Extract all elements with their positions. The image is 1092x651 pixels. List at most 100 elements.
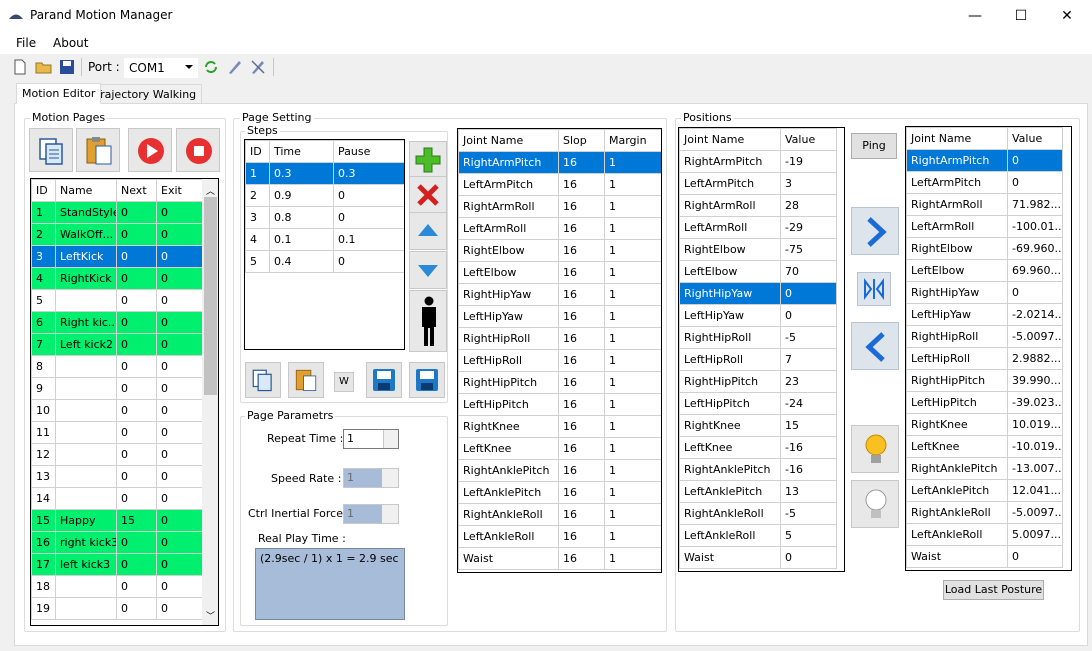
position-row[interactable]: RightArmPitch -19 [679, 150, 837, 173]
cell-slop[interactable]: 16 [558, 481, 605, 504]
column-header-pause[interactable]: Pause [333, 140, 404, 163]
cell-slop[interactable]: 16 [558, 173, 605, 196]
disconnect-icon[interactable] [249, 58, 267, 76]
cell-exit[interactable]: 0 [156, 509, 203, 532]
refresh-icon[interactable] [202, 58, 220, 76]
cell-value[interactable]: 0 [1007, 171, 1063, 194]
load-from-robot-button[interactable] [851, 322, 899, 370]
motion-page-row[interactable]: 6 Right kic... 0 0 [31, 311, 203, 334]
save-page-button[interactable] [409, 362, 445, 398]
column-header-id[interactable]: ID [31, 179, 56, 202]
menu-file[interactable]: File [16, 36, 36, 50]
cell-slop[interactable]: 16 [558, 261, 605, 284]
cell-value[interactable]: 69.960... [1007, 259, 1063, 282]
cell-next[interactable]: 0 [116, 597, 157, 620]
cell-next[interactable]: 0 [116, 355, 157, 378]
cell-name[interactable]: LeftArmRoll [906, 215, 1008, 238]
robot-pose-button[interactable] [409, 290, 447, 352]
torque-off-button[interactable] [851, 480, 899, 528]
cell-value[interactable]: 7 [780, 348, 837, 371]
cell-exit[interactable]: 0 [156, 553, 203, 576]
cell-name[interactable]: LeftHipPitch [906, 391, 1008, 414]
cell-name[interactable]: RightArmPitch [906, 149, 1008, 172]
cell-name[interactable]: RightArmPitch [458, 151, 559, 174]
motion-page-row[interactable]: 4 RightKick 0 0 [31, 267, 203, 290]
column-header-id[interactable]: ID [245, 140, 270, 163]
cell-id[interactable]: 7 [31, 333, 56, 356]
cell-name[interactable]: LeftAnkleRoll [458, 525, 559, 548]
cell-value[interactable]: -75 [780, 238, 837, 261]
cell-next[interactable]: 0 [116, 267, 157, 290]
cell-name[interactable]: RightArmRoll [458, 195, 559, 218]
position-row[interactable]: RightArmRoll 28 [679, 194, 837, 217]
cell-exit[interactable]: 0 [156, 597, 203, 620]
robot-position-row[interactable]: RightElbow -69.960... [906, 237, 1063, 260]
cell-margin[interactable]: 1 [604, 327, 661, 350]
cell-name[interactable]: LeftHipPitch [458, 393, 559, 416]
cell-name[interactable]: RightAnkleRoll [679, 502, 781, 525]
joint-row[interactable]: RightArmPitch 16 1 [458, 151, 661, 174]
column-header-joint-name[interactable]: Joint Name [458, 129, 559, 152]
cell-name[interactable]: WalkOff... [55, 223, 117, 246]
scrollbar[interactable]: ︿ ﹀ [202, 179, 218, 625]
cell-time[interactable]: 0.1 [269, 228, 334, 251]
cell-name[interactable]: RightArmPitch [679, 150, 781, 173]
position-row[interactable]: RightHipYaw 0 [679, 282, 837, 305]
column-header-value[interactable]: Value [780, 128, 837, 151]
cell-name[interactable] [55, 597, 117, 620]
cell-value[interactable]: 0 [1007, 281, 1063, 304]
cell-next[interactable]: 0 [116, 223, 157, 246]
cell-name[interactable]: LeftArmRoll [679, 216, 781, 239]
cell-name[interactable]: LeftHipRoll [679, 348, 781, 371]
cell-id[interactable]: 15 [31, 509, 56, 532]
cell-value[interactable]: 13 [780, 480, 837, 503]
cell-exit[interactable]: 0 [156, 487, 203, 510]
cell-margin[interactable]: 1 [604, 239, 661, 262]
load-last-posture-button[interactable]: Load Last Posture [943, 580, 1044, 600]
copy-step-button[interactable] [245, 362, 281, 398]
motion-page-row[interactable]: 19 0 0 [31, 597, 203, 620]
cell-id[interactable]: 12 [31, 443, 56, 466]
cell-name[interactable]: Right kic... [55, 311, 117, 334]
joint-row[interactable]: LeftKnee 16 1 [458, 437, 661, 460]
cell-value[interactable]: 0 [1007, 545, 1063, 568]
port-select[interactable]: COM1 [124, 58, 198, 78]
cell-slop[interactable]: 16 [558, 459, 605, 482]
motion-page-row[interactable]: 15 Happy 15 0 [31, 509, 203, 532]
cell-name[interactable]: RightKnee [458, 415, 559, 438]
position-row[interactable]: LeftArmRoll -29 [679, 216, 837, 239]
joint-row[interactable]: RightKnee 16 1 [458, 415, 661, 438]
cell-exit[interactable]: 0 [156, 245, 203, 268]
cell-id[interactable]: 5 [245, 250, 270, 273]
cell-id[interactable]: 10 [31, 399, 56, 422]
cell-value[interactable]: 2.9882... [1007, 347, 1063, 370]
cell-value[interactable]: -5.0097... [1007, 501, 1063, 524]
position-row[interactable]: RightKnee 15 [679, 414, 837, 437]
joint-row[interactable]: Waist 16 1 [458, 547, 661, 570]
cell-id[interactable]: 1 [31, 201, 56, 224]
cell-margin[interactable]: 1 [604, 371, 661, 394]
motion-page-row[interactable]: 12 0 0 [31, 443, 203, 466]
w-button[interactable]: W [334, 372, 354, 392]
cell-name[interactable]: Happy [55, 509, 117, 532]
cell-name[interactable]: LeftArmPitch [458, 173, 559, 196]
cell-exit[interactable]: 0 [156, 377, 203, 400]
cell-id[interactable]: 8 [31, 355, 56, 378]
cell-value[interactable]: 0 [780, 546, 837, 569]
cell-value[interactable]: -2.0214... [1007, 303, 1063, 326]
cell-name[interactable] [55, 465, 117, 488]
cell-exit[interactable]: 0 [156, 223, 203, 246]
cell-name[interactable]: LeftArmPitch [679, 172, 781, 195]
cell-name[interactable]: LeftKnee [679, 436, 781, 459]
cell-id[interactable]: 13 [31, 465, 56, 488]
cell-value[interactable]: 5 [780, 524, 837, 547]
cell-next[interactable]: 0 [116, 289, 157, 312]
motion-page-row[interactable]: 16 right kick3 0 0 [31, 531, 203, 554]
cell-value[interactable]: -5 [780, 326, 837, 349]
step-row[interactable]: 3 0.8 0 [245, 206, 404, 229]
cell-slop[interactable]: 16 [558, 547, 605, 570]
cell-id[interactable]: 1 [245, 162, 270, 185]
cell-id[interactable]: 14 [31, 487, 56, 510]
joint-row[interactable]: LeftArmPitch 16 1 [458, 173, 661, 196]
cell-name[interactable]: RightKick [55, 267, 117, 290]
